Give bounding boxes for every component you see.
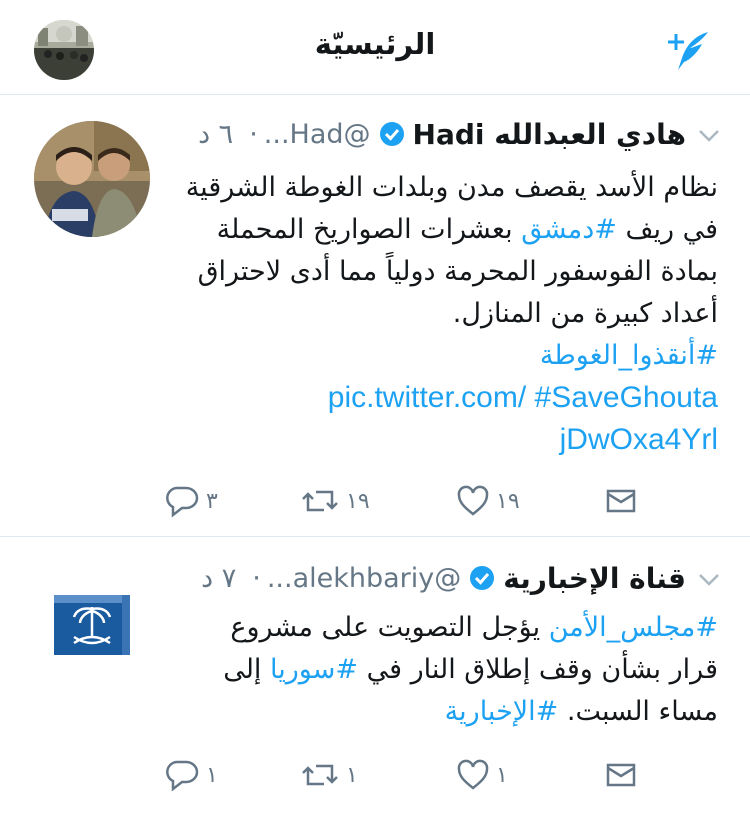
page-title: الرئيسيّة <box>314 27 436 61</box>
like-count: ١٩ <box>496 488 520 514</box>
media-link[interactable]: pic.twitter.com/ <box>328 381 526 414</box>
verified-badge-icon <box>469 565 495 591</box>
tweet-text-span: إلى <box>223 654 271 685</box>
reply-button[interactable]: ٣ <box>164 481 218 521</box>
retweet-count: ١ <box>346 762 358 788</box>
hashtag-link[interactable]: #SaveGhouta <box>535 381 718 414</box>
tweet-text: #مجلس_الأمن يؤجل التصويت على مشروع قرار … <box>178 607 718 733</box>
tweet-text-span: قرار بشأن وقف إطلاق النار في <box>358 654 718 685</box>
share-button[interactable] <box>606 755 636 795</box>
chevron-down-icon[interactable] <box>698 573 720 587</box>
retweet-button[interactable]: ١٩ <box>300 481 370 521</box>
display-name[interactable]: هادي العبدالله Hadi <box>413 118 686 151</box>
tweet-line: أعداد كبيرة من المنازل. <box>452 298 718 329</box>
tweet-text-span: بعشرات الصواريخ المحملة <box>216 214 522 245</box>
tweet-actions: ٣ ١٩ ١٩ <box>160 481 640 521</box>
mail-icon <box>606 489 636 513</box>
timestamp: ٦ د <box>198 118 234 150</box>
avatar-photo <box>34 121 150 237</box>
hashtag-link[interactable]: #سوريا <box>270 654 358 685</box>
tweet-text-span: في ريف <box>616 214 718 245</box>
separator-dot: · <box>249 118 258 150</box>
reply-button[interactable]: ١ <box>164 755 218 795</box>
chevron-down-icon[interactable] <box>698 129 720 143</box>
retweet-icon <box>302 764 338 786</box>
tweet-header: هادي العبدالله Hadi @Had... · ٦ د <box>198 115 686 153</box>
hashtag-link[interactable]: #الإخبارية <box>445 696 559 727</box>
heart-icon <box>457 485 489 516</box>
tweet-text-span: مساء السبت. <box>558 696 718 727</box>
reply-count: ٣ <box>206 488 218 514</box>
share-button[interactable] <box>606 481 636 521</box>
tweet-line: #مجلس_الأمن يؤجل التصويت على مشروع <box>178 607 718 649</box>
tweet-header: قناة الإخبارية @alekhbariy... · ٧ د <box>201 559 686 597</box>
tweet-text-span: يؤجل التصويت على مشروع <box>230 612 549 643</box>
hashtag-link[interactable]: #مجلس_الأمن <box>549 612 718 643</box>
top-bar: الرئيسيّة <box>0 0 750 95</box>
reply-count: ١ <box>206 762 218 788</box>
retweet-button[interactable]: ١ <box>300 755 358 795</box>
tweet-line: قرار بشأن وقف إطلاق النار في #سوريا إلى <box>178 649 718 691</box>
user-handle[interactable]: @alekhbariy... <box>267 563 461 594</box>
like-button[interactable]: ١٩ <box>456 481 520 521</box>
hashtag-link[interactable]: #أنقذوا_الغوطة <box>178 335 718 377</box>
tweet-line: بمادة الفوسفور المحرمة دولياً مما أدى لا… <box>197 256 718 287</box>
avatar[interactable] <box>34 121 150 237</box>
compose-tweet-button[interactable] <box>664 28 712 74</box>
like-button[interactable]: ١ <box>456 755 508 795</box>
tweet-line: pic.twitter.com/ #SaveGhouta <box>178 377 718 419</box>
media-link[interactable]: jDwOxa4Yrl <box>178 419 718 461</box>
retweet-icon <box>302 490 338 512</box>
retweet-count: ١٩ <box>346 488 370 514</box>
display-name[interactable]: قناة الإخبارية <box>503 562 686 595</box>
tweet-line: نظام الأسد يقصف مدن وبلدات الغوطة الشرقي… <box>185 172 718 203</box>
reply-icon <box>166 486 199 518</box>
tweet-line: مساء السبت. #الإخبارية <box>178 691 718 733</box>
like-count: ١ <box>496 762 508 788</box>
tweet-actions: ١ ١ ١ <box>160 755 640 795</box>
reply-icon <box>166 760 199 792</box>
tweet-line: في ريف #دمشق بعشرات الصواريخ المحملة <box>178 209 718 251</box>
tweet-card[interactable]: هادي العبدالله Hadi @Had... · ٦ د نظام ا… <box>0 95 750 537</box>
compose-tweet-icon <box>668 32 708 70</box>
alekhbariya-logo <box>34 567 150 683</box>
heart-icon <box>457 759 489 790</box>
hashtag-link[interactable]: #دمشق <box>521 214 617 245</box>
avatar[interactable] <box>34 567 150 683</box>
separator-dot: · <box>252 562 261 594</box>
mail-icon <box>606 763 636 787</box>
verified-badge-icon <box>379 121 405 147</box>
user-handle[interactable]: @Had... <box>264 119 371 150</box>
tweet-card[interactable]: قناة الإخبارية @alekhbariy... · ٧ د #مجل… <box>0 537 750 813</box>
tweet-text: نظام الأسد يقصف مدن وبلدات الغوطة الشرقي… <box>178 167 718 461</box>
timestamp: ٧ د <box>201 562 237 594</box>
